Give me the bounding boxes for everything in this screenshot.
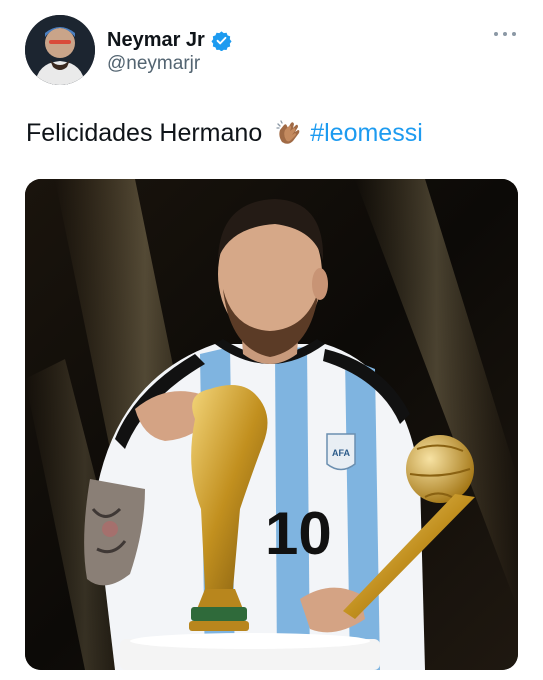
afa-badge: AFA — [326, 433, 356, 471]
tweet-body: Felicidades Hermano — [26, 119, 263, 147]
more-dot — [512, 32, 516, 36]
avatar[interactable] — [25, 15, 95, 85]
verified-badge-icon — [211, 30, 232, 51]
more-dot — [494, 32, 498, 36]
hashtag-link[interactable]: #leomessi — [310, 116, 423, 150]
author-name-row[interactable]: Neymar Jr — [107, 27, 232, 53]
tweet-text: Felicidades Hermano #leomessi — [26, 116, 423, 150]
tweet-media-image[interactable]: 10 AFA — [25, 179, 518, 670]
author-display-name[interactable]: Neymar Jr — [107, 29, 205, 52]
afa-badge-text: AFA — [332, 448, 351, 458]
jersey-number: 10 — [265, 500, 332, 567]
clapping-hands-emoji-icon — [274, 118, 304, 148]
more-dot — [503, 32, 507, 36]
author-handle[interactable]: @neymarjr — [107, 53, 200, 75]
tweet: Neymar Jr @neymarjr Felicidades Hermano … — [0, 0, 543, 680]
more-options-icon[interactable] — [494, 26, 516, 42]
